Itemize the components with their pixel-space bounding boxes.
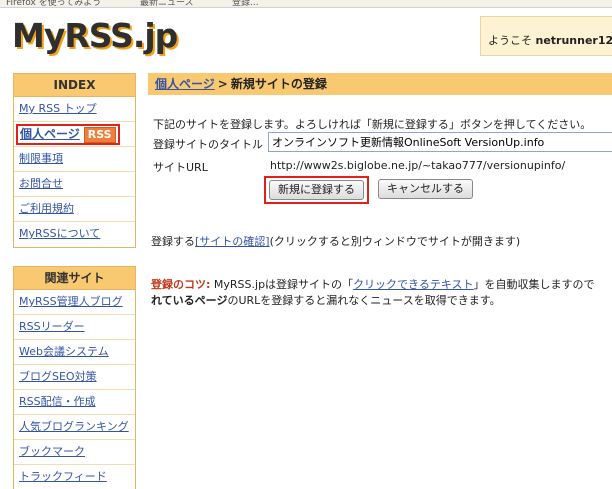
tip-text: のURLを登録すると漏れなくニュースを取得できます。 bbox=[227, 294, 501, 307]
register-button-highlight: 新規に登録する bbox=[264, 176, 369, 204]
related-panel-title: 関連サイト bbox=[14, 267, 135, 290]
sidebar-item-about[interactable]: MyRSSについて bbox=[14, 222, 135, 247]
related-item-label[interactable]: Web会議システム bbox=[19, 345, 109, 358]
tip-label: 登録のコツ: bbox=[151, 278, 211, 291]
site-confirm-line: 登録する[サイトの確認](クリックすると別ウィンドウでサイトが開きます) bbox=[151, 233, 520, 249]
related-item-trackfeed[interactable]: トラックフィード bbox=[14, 465, 135, 489]
related-item-label[interactable]: ブックマーク bbox=[19, 445, 85, 458]
related-item-rss-reader[interactable]: RSSリーダー bbox=[14, 315, 135, 340]
bookmark-item[interactable]: 最新ニュース bbox=[140, 0, 194, 7]
breadcrumb-link-personal-page[interactable]: 個人ページ bbox=[155, 77, 215, 91]
breadcrumb-separator: > bbox=[217, 77, 228, 91]
rss-badge: RSS bbox=[83, 127, 116, 143]
intro-text: 下記のサイトを登録します。よろしければ「新規に登録する」ボタンを押してください。 bbox=[153, 118, 592, 131]
related-item-admin-blog[interactable]: MyRSS管理人ブログ bbox=[14, 290, 135, 315]
breadcrumb: 個人ページ > 新規サイトの登録 bbox=[148, 73, 612, 95]
sidebar-item-label[interactable]: MyRSSについて bbox=[19, 227, 100, 240]
site-url-label: サイトURL bbox=[153, 161, 208, 174]
welcome-box: ようこそ netrunner12 bbox=[480, 16, 612, 56]
index-panel: INDEX My RSS トップ 個人ページ RSS 制限事項 お問合せ ご利用規… bbox=[13, 73, 136, 248]
index-panel-title: INDEX bbox=[14, 74, 135, 97]
sidebar-item-label[interactable]: My RSS トップ bbox=[19, 102, 97, 115]
sidebar-item-label[interactable]: 個人ページ bbox=[20, 127, 80, 141]
highlight-box: 個人ページ RSS bbox=[16, 124, 120, 145]
sidebar-item-personal-page[interactable]: 個人ページ RSS bbox=[14, 122, 135, 147]
tip-link[interactable]: クリックできるテキスト bbox=[353, 278, 473, 291]
site-url-value: http://www2s.biglobe.ne.jp/~takao777/ver… bbox=[270, 159, 566, 172]
sidebar-item-terms[interactable]: ご利用規約 bbox=[14, 197, 135, 222]
welcome-text: ようこそ bbox=[488, 34, 532, 47]
related-item-label[interactable]: RSS配信・作成 bbox=[19, 395, 96, 408]
tip-text: MyRSS.jpは登録サイトの「 bbox=[213, 278, 354, 291]
related-item-blog-seo[interactable]: ブログSEO対策 bbox=[14, 365, 135, 390]
confirm-note: (クリックすると別ウィンドウでサイトが開きます) bbox=[269, 235, 521, 248]
site-header: MyRSS.jp ようこそ netrunner12 bbox=[0, 8, 612, 64]
bookmark-item[interactable]: Firefox を使ってみよう bbox=[6, 0, 101, 7]
related-item-label[interactable]: ブログSEO対策 bbox=[19, 370, 97, 383]
related-item-web-meeting[interactable]: Web会議システム bbox=[14, 340, 135, 365]
related-item-label[interactable]: MyRSS管理人ブログ bbox=[19, 295, 123, 308]
sidebar-item-label[interactable]: ご利用規約 bbox=[19, 202, 74, 215]
confirm-prefix: 登録する bbox=[151, 235, 195, 248]
tip-text: 」を自動収集しますので bbox=[473, 278, 595, 291]
site-confirm-link[interactable]: [サイトの確認] bbox=[195, 235, 270, 248]
site-title-label: 登録サイトのタイトル bbox=[153, 138, 263, 151]
bookmark-item[interactable]: 登録... bbox=[232, 0, 259, 7]
related-item-blog-ranking[interactable]: 人気ブログランキング bbox=[14, 415, 135, 440]
related-item-label[interactable]: RSSリーダー bbox=[19, 320, 85, 333]
related-item-bookmark[interactable]: ブックマーク bbox=[14, 440, 135, 465]
register-button[interactable]: 新規に登録する bbox=[269, 180, 364, 200]
sidebar-item-restrictions[interactable]: 制限事項 bbox=[14, 147, 135, 172]
main-content: 個人ページ > 新規サイトの登録 下記のサイトを登録します。よろしければ「新規に登録… bbox=[148, 73, 612, 307]
sidebar-item-label[interactable]: お問合せ bbox=[19, 177, 63, 190]
page-title: 新規サイトの登録 bbox=[230, 77, 327, 91]
cancel-button[interactable]: キャンセルする bbox=[378, 179, 473, 199]
sidebar-item-contact[interactable]: お問合せ bbox=[14, 172, 135, 197]
related-sites-panel: 関連サイト MyRSS管理人ブログ RSSリーダー Web会議システム ブログS… bbox=[13, 266, 136, 489]
tip-line-1: 登録のコツ: MyRSS.jpは登録サイトの「クリックできるテキスト」を自動収集… bbox=[151, 276, 595, 292]
site-logo[interactable]: MyRSS.jp bbox=[12, 16, 178, 55]
sidebar-item-label[interactable]: 制限事項 bbox=[19, 152, 63, 165]
tip-line-2: れているページのURLを登録すると漏れなくニュースを取得できます。 bbox=[151, 292, 501, 308]
site-title-input[interactable] bbox=[268, 132, 612, 152]
username: netrunner12 bbox=[535, 34, 612, 47]
related-item-rss-publish[interactable]: RSS配信・作成 bbox=[14, 390, 135, 415]
tip-bold-text: れているページ bbox=[151, 294, 228, 307]
related-item-label[interactable]: 人気ブログランキング bbox=[19, 420, 129, 433]
bookmarks-toolbar: Firefox を使ってみよう 最新ニュース 登録... bbox=[0, 0, 612, 8]
sidebar-item-my-rss-top[interactable]: My RSS トップ bbox=[14, 97, 135, 122]
related-item-label[interactable]: トラックフィード bbox=[19, 470, 107, 483]
